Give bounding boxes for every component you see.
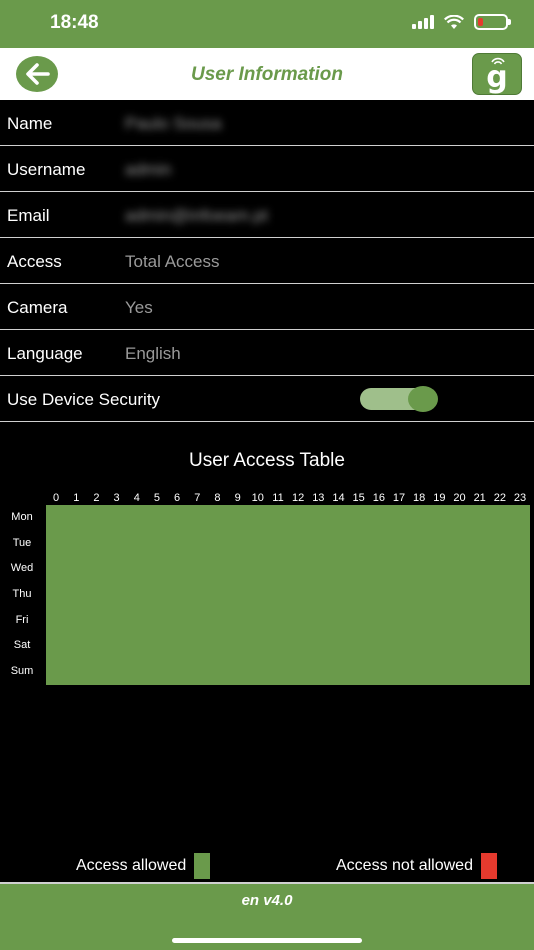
hour-label: 18 [413, 492, 426, 504]
day-labels: Mon Tue Wed Thu Fri Sat Sum [0, 505, 46, 685]
user-info-list: Name Paulo Sousa Username admin Email ad… [0, 100, 534, 422]
row-camera: Camera Yes [0, 284, 534, 330]
hour-header: 0 1 2 3 4 5 6 7 8 9 10 11 12 13 14 15 16 17 18 19 20 21 22 23 [46, 492, 530, 504]
hour-label: 8 [214, 492, 221, 504]
email-label: Email [7, 206, 50, 225]
status-icons [412, 14, 511, 30]
hour-label: 5 [153, 492, 160, 504]
app-version: en v4.0 [241, 892, 293, 909]
hour-label: 0 [53, 492, 60, 504]
hour-label: 10 [251, 492, 264, 504]
legend-not-allowed-swatch [480, 853, 497, 879]
access-label: Access [7, 252, 62, 271]
day-label: Thu [12, 588, 32, 601]
hour-label: 22 [493, 492, 506, 504]
legend-allowed-swatch [194, 853, 211, 879]
row-email: Email admin@infoeam.pt [0, 192, 534, 238]
hour-label: 14 [332, 492, 345, 504]
hour-label: 9 [234, 492, 241, 504]
status-time: 18:48 [50, 12, 99, 33]
row-name: Name Paulo Sousa [0, 100, 534, 146]
hour-label: 16 [372, 492, 385, 504]
device-security-toggle[interactable] [360, 386, 438, 412]
hour-label: 23 [513, 492, 527, 504]
wifi-icon [444, 14, 464, 29]
hour-label: 13 [312, 492, 325, 504]
camera-label: Camera [7, 298, 68, 317]
email-value: admin@infoeam.pt [125, 206, 268, 225]
logo-letter: g [486, 60, 508, 95]
hour-label: 20 [453, 492, 466, 504]
day-label: Tue [12, 536, 32, 549]
hour-label: 15 [352, 492, 365, 504]
header: User Information g [0, 48, 534, 100]
hour-label: 4 [133, 492, 140, 504]
username-value: admin [125, 160, 172, 179]
signal-icon [412, 15, 434, 29]
hour-label: 21 [473, 492, 486, 504]
legend-not-allowed-label: Access not allowed [336, 857, 473, 874]
page-title: User Information [190, 64, 344, 85]
toggle-knob [408, 386, 438, 412]
day-label: Mon [11, 511, 33, 523]
camera-value: Yes [125, 298, 153, 317]
access-grid[interactable] [46, 505, 530, 685]
access-table-title: User Access Table [189, 450, 345, 471]
hour-label: 17 [392, 492, 406, 504]
row-device-security: Use Device Security [0, 376, 534, 422]
row-access: Access Total Access [0, 238, 534, 284]
row-username: Username admin [0, 146, 534, 192]
status-bar: 18:48 [0, 0, 534, 48]
day-label: Sum [10, 665, 34, 678]
hour-label: 3 [113, 492, 120, 504]
battery-level [478, 18, 483, 26]
language-label: Language [7, 344, 83, 363]
hour-label: 2 [93, 492, 100, 504]
hour-label: 1 [73, 492, 80, 504]
day-label: Sat [13, 639, 31, 652]
day-label: Wed [10, 562, 34, 575]
hour-label: 12 [292, 492, 305, 504]
legend-not-allowed: Access not allowed [336, 853, 497, 879]
hour-label: 7 [194, 492, 201, 504]
home-indicator[interactable] [172, 938, 362, 943]
language-value: English [125, 344, 181, 363]
access-value: Total Access [125, 252, 220, 271]
legend-allowed: Access allowed [76, 853, 211, 879]
hour-label: 19 [433, 492, 446, 504]
hour-label: 11 [272, 492, 284, 504]
device-security-label: Use Device Security [7, 390, 161, 409]
legend-allowed-label: Access allowed [76, 857, 187, 874]
hour-label: 6 [174, 492, 181, 504]
row-language: Language English [0, 330, 534, 376]
name-value: Paulo Sousa [125, 114, 222, 133]
username-label: Username [7, 160, 86, 179]
battery-icon [474, 14, 511, 30]
app-logo: g [472, 53, 522, 95]
footer: en v4.0 [0, 882, 534, 950]
day-label: Fri [15, 613, 29, 626]
name-label: Name [7, 114, 53, 133]
